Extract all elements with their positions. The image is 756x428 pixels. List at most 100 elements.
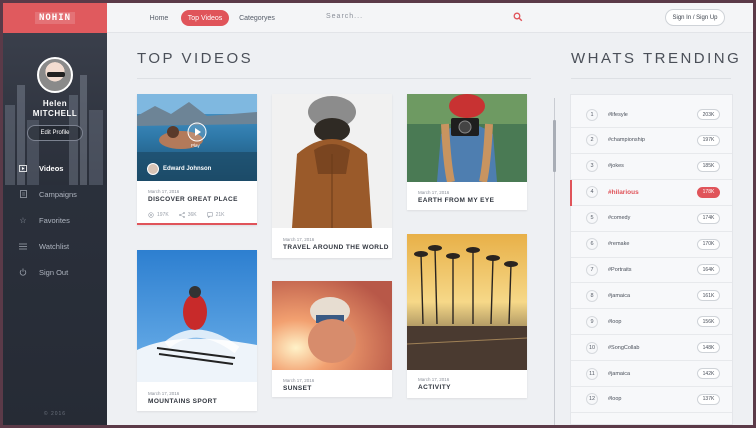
trending-item[interactable]: 5 #comedy 174K <box>571 206 732 232</box>
trending-tag[interactable]: #hilarious <box>608 189 697 196</box>
video-title[interactable]: DISCOVER GREAT PLACE <box>148 196 238 203</box>
share-icon <box>178 212 185 218</box>
video-date: March 17, 2016 <box>148 391 180 396</box>
trending-rank: 6 <box>586 238 598 250</box>
trending-count-badge: 148K <box>697 342 720 354</box>
trending-item[interactable]: 4 #hilarious 178K <box>570 179 732 206</box>
author-avatar[interactable] <box>147 163 159 175</box>
scrollbar-thumb[interactable] <box>553 120 556 172</box>
trending-count-badge: 161K <box>697 290 720 302</box>
trending-tag[interactable]: #SongCollab <box>608 345 697 351</box>
video-title[interactable]: EARTH FROM MY EYE <box>418 197 494 204</box>
video-card[interactable]: March 17, 2016 EARTH FROM MY EYE <box>407 94 527 210</box>
video-card[interactable]: March 17, 2016 TRAVEL AROUND THE WORLD <box>272 94 392 258</box>
sidebar-item-videos[interactable]: Videos <box>3 155 107 181</box>
trending-tag[interactable]: #championship <box>608 137 697 143</box>
video-title[interactable]: MOUNTAINS SPORT <box>148 398 217 405</box>
trending-item[interactable]: 8 #jamaica 161K <box>571 283 732 310</box>
trending-rank: 8 <box>586 289 598 302</box>
views-count: 197K <box>157 212 169 218</box>
video-title[interactable]: TRAVEL AROUND THE WORLD <box>283 244 389 251</box>
shares-count: 36K <box>187 212 197 218</box>
search-input[interactable]: Search... <box>326 13 363 20</box>
trending-count-badge: 164K <box>697 264 720 276</box>
trending-tag[interactable]: #jamaica <box>608 293 697 299</box>
video-card[interactable]: March 17, 2016 ACTIVITY <box>407 234 527 398</box>
video-card[interactable]: Play Edward Johnson March 17, 2016 DISCO… <box>137 94 257 225</box>
video-thumbnail <box>272 281 392 370</box>
sidebar-nav: Videos Campaigns ☆ Favorites Watchlist S… <box>3 155 107 285</box>
trending-heading: WHATS TRENDING <box>571 50 742 67</box>
play-button-icon[interactable] <box>187 122 207 142</box>
sidebar-item-campaigns[interactable]: Campaigns <box>3 181 107 207</box>
sidebar-item-sign-out[interactable]: Sign Out <box>3 259 107 285</box>
trending-item[interactable]: 1 #lifesyle 203K <box>571 102 732 128</box>
trending-count-badge: 170K <box>697 238 720 250</box>
trending-rank: 4 <box>586 186 598 199</box>
divider <box>137 78 531 79</box>
trending-tag[interactable]: #loop <box>608 319 697 325</box>
video-title[interactable]: ACTIVITY <box>418 384 451 391</box>
video-thumbnail <box>137 250 257 382</box>
edit-profile-button[interactable]: Edit Profile <box>27 125 83 141</box>
top-videos-heading: TOP VIDEOS <box>137 50 254 67</box>
trending-item[interactable]: 10 #SongCollab 148K <box>571 335 732 362</box>
sign-in-button[interactable]: Sign In / Sign Up <box>665 9 725 26</box>
trending-count-badge: 203K <box>697 109 720 120</box>
trending-rank: 7 <box>586 263 598 276</box>
trending-rank: 12 <box>586 393 598 406</box>
trending-tag[interactable]: #jamaica <box>608 371 697 377</box>
trending-tag[interactable]: #comedy <box>608 215 697 221</box>
trending-rank: 1 <box>586 108 598 121</box>
trending-rank: 5 <box>586 212 598 225</box>
trending-tag[interactable]: #loop <box>608 396 697 402</box>
comments-stat: 21K <box>206 212 225 218</box>
trending-rank: 2 <box>586 134 598 147</box>
trending-rank: 9 <box>586 315 598 328</box>
nav-home[interactable]: Home <box>145 10 173 26</box>
trending-item[interactable]: 7 #Portraits 164K <box>571 257 732 284</box>
active-card-indicator <box>137 223 257 225</box>
trending-tag[interactable]: #lifesyle <box>608 112 697 118</box>
video-card[interactable]: March 17, 2016 SUNSET <box>272 281 392 397</box>
sidebar-item-label: Favorites <box>39 215 70 225</box>
nav-top-videos[interactable]: Top Videos <box>181 10 229 26</box>
trending-item[interactable]: 11 #jamaica 142K <box>571 361 732 387</box>
profile-first-name: Helen <box>42 99 68 108</box>
logo-bar[interactable]: NOHIN <box>3 3 107 33</box>
trending-item[interactable]: 9 #loop 156K <box>571 309 732 336</box>
trending-item[interactable]: 6 #remake 170K <box>571 232 732 258</box>
trending-tag[interactable]: #jokes <box>608 163 697 169</box>
trending-item[interactable]: 3 #jokes 185K <box>571 154 732 180</box>
video-thumbnail <box>407 94 527 182</box>
nav-categories[interactable]: Categoryes <box>235 10 279 26</box>
star-icon: ☆ <box>19 215 27 225</box>
trending-count-badge: 137K <box>697 393 720 405</box>
video-title[interactable]: SUNSET <box>283 385 312 392</box>
video-card[interactable]: March 17, 2016 MOUNTAINS SPORT <box>137 250 257 411</box>
video-date: March 17, 2016 <box>283 237 315 242</box>
play-icon <box>17 164 29 172</box>
comments-count: 21K <box>215 212 225 218</box>
power-icon <box>17 268 29 276</box>
author-name[interactable]: Edward Johnson <box>163 166 211 172</box>
trending-item[interactable]: 2 #championship 197K <box>571 128 732 154</box>
logo: NOHIN <box>34 12 76 24</box>
views-stat: 197K <box>148 212 169 218</box>
video-stats: 197K 36K 21K <box>148 212 225 218</box>
sidebar-item-watchlist[interactable]: Watchlist <box>3 233 107 259</box>
trending-count-badge: 197K <box>697 134 720 146</box>
sidebar-item-label: Campaigns <box>39 189 77 199</box>
sidebar: NOHIN Helen MITCHELL Edit Profile Videos… <box>3 3 107 425</box>
sidebar-item-favorites[interactable]: ☆ Favorites <box>3 207 107 233</box>
trending-tag[interactable]: #Portraits <box>608 267 697 273</box>
profile-name: Helen MITCHELL <box>3 99 107 119</box>
trending-tag[interactable]: #remake <box>608 241 697 247</box>
trending-count-badge: 156K <box>697 316 720 328</box>
avatar[interactable] <box>37 57 73 93</box>
sunglasses-detail <box>47 72 65 77</box>
play-label: Play <box>191 143 200 148</box>
trending-item[interactable]: 12 #loop 137K <box>571 387 732 413</box>
document-icon <box>17 190 29 198</box>
search-icon[interactable] <box>513 12 523 22</box>
